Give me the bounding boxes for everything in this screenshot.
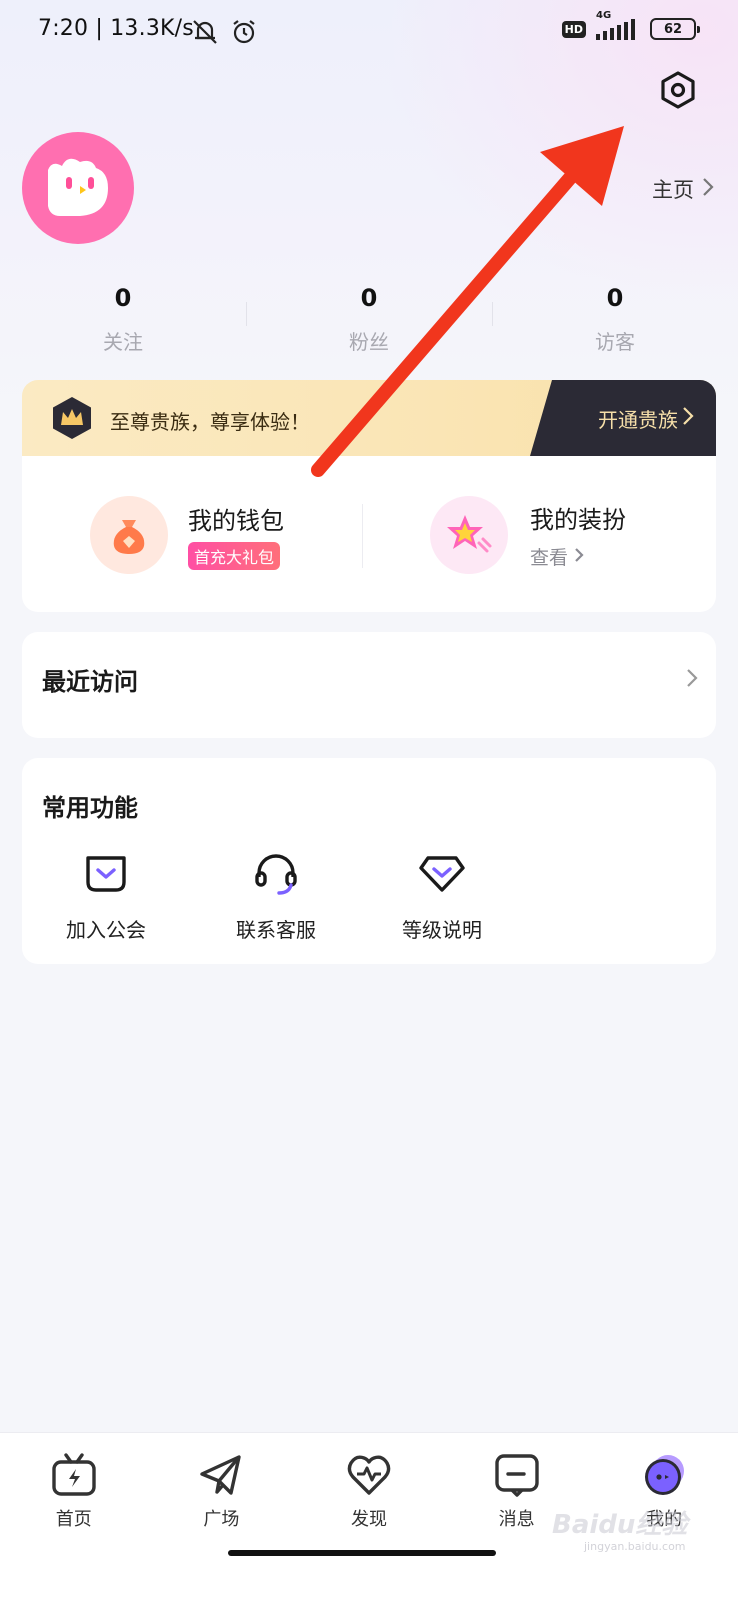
- my-wallet[interactable]: 我的钱包 首充大礼包: [90, 496, 284, 574]
- baidu-watermark-url: jingyan.baidu.com: [584, 1540, 686, 1553]
- level-description-button[interactable]: 等级说明: [372, 850, 512, 943]
- headset-icon: [252, 850, 300, 898]
- recent-visits-title: 最近访问: [42, 668, 138, 696]
- divider: [362, 504, 363, 568]
- wallet-dressup-card: 我的钱包 首充大礼包 我的装扮 查看: [22, 456, 716, 612]
- common-functions-title: 常用功能: [42, 794, 138, 822]
- battery-indicator: 62: [650, 18, 700, 40]
- heart-pulse-icon: [345, 1451, 393, 1499]
- stat-fans[interactable]: 0 粉丝: [246, 280, 492, 355]
- stat-following[interactable]: 0 关注: [0, 280, 246, 355]
- recent-visits-card[interactable]: 最近访问: [22, 632, 716, 738]
- settings-hexagon-icon: [658, 70, 698, 114]
- first-recharge-badge: 首充大礼包: [188, 541, 281, 570]
- level-icon: [418, 850, 466, 898]
- view-link[interactable]: 查看: [530, 543, 626, 570]
- bell-muted-icon: [190, 18, 220, 50]
- homepage-link[interactable]: 主页: [652, 174, 714, 204]
- stat-visitors[interactable]: 0 访客: [492, 280, 738, 355]
- profile-avatar-icon: [640, 1451, 688, 1499]
- join-guild-button[interactable]: 加入公会: [36, 850, 176, 943]
- status-time: 7:20 | 13.3K/s: [38, 16, 194, 41]
- nav-square[interactable]: 广场: [148, 1433, 296, 1600]
- home-indicator: [228, 1550, 496, 1556]
- vip-text: 至尊贵族，尊享体验！: [110, 410, 310, 434]
- chevron-right-icon: [702, 177, 714, 202]
- message-icon: [493, 1451, 541, 1499]
- stats-row: 0 关注 0 粉丝 0 访客: [0, 280, 738, 355]
- common-functions-card: 常用功能 加入公会 联系客服 等级说明: [22, 758, 716, 964]
- open-vip-button[interactable]: 开通贵族: [530, 380, 716, 456]
- crown-icon: [50, 396, 94, 440]
- money-bag-icon: [90, 496, 168, 574]
- avatar[interactable]: [22, 132, 134, 244]
- paper-plane-icon: [197, 1451, 245, 1499]
- my-dressup[interactable]: 我的装扮 查看: [430, 496, 626, 574]
- alarm-icon: [230, 18, 258, 50]
- hd-badge: HD: [561, 20, 586, 38]
- signal-icon: 4G: [596, 10, 640, 40]
- tv-icon: [50, 1451, 98, 1499]
- chevron-right-icon: [682, 406, 694, 431]
- nav-home[interactable]: 首页: [0, 1433, 148, 1600]
- star-icon: [430, 496, 508, 574]
- bird-mascot-icon: [48, 158, 108, 216]
- contact-support-button[interactable]: 联系客服: [206, 850, 346, 943]
- chevron-right-icon: [574, 546, 584, 568]
- status-icons-right: HD 4G 62: [561, 10, 700, 40]
- status-icons-left: [190, 18, 258, 50]
- baidu-watermark: Baidu经验: [552, 1510, 688, 1540]
- guild-icon: [82, 850, 130, 898]
- settings-button[interactable]: [656, 70, 700, 114]
- nav-discover[interactable]: 发现: [295, 1433, 443, 1600]
- chevron-right-icon: [686, 668, 698, 692]
